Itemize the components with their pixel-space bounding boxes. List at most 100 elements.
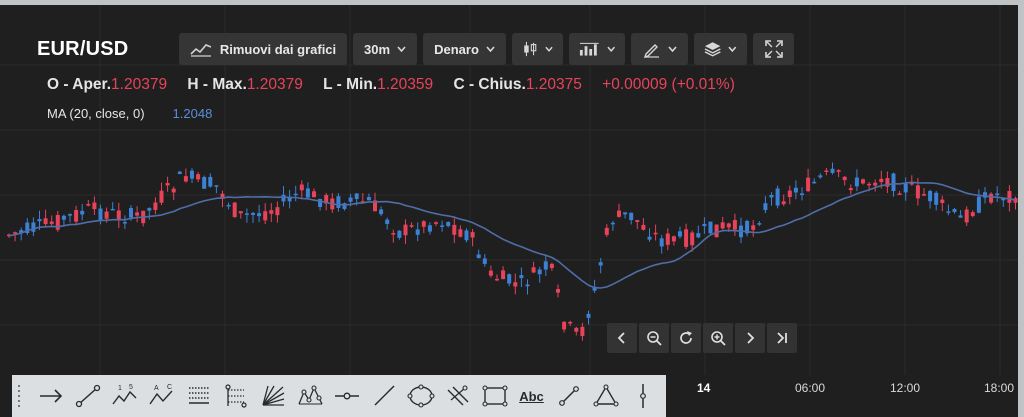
candle-body xyxy=(305,188,310,198)
svg-text:A: A xyxy=(154,385,159,392)
candle-body xyxy=(629,212,634,221)
horizontal-ray-tool[interactable] xyxy=(328,379,365,413)
indicators-dropdown[interactable] xyxy=(569,33,625,65)
candle-body xyxy=(861,179,865,184)
time-axis-label: 18:00 xyxy=(984,381,1015,395)
fib-fan-tool[interactable] xyxy=(254,379,291,413)
chart-toolbar: Rimuovi dai grafici 30m Denaro xyxy=(179,33,794,65)
fullscreen-button[interactable] xyxy=(753,33,794,65)
parallel-channel-tool[interactable] xyxy=(439,379,476,413)
zoom-in-icon xyxy=(711,331,726,346)
interval-dropdown[interactable]: 30m xyxy=(353,33,417,65)
candle-body xyxy=(775,188,780,206)
triangle-tool[interactable] xyxy=(587,379,624,413)
candle-body xyxy=(507,274,512,284)
candle-body xyxy=(519,275,524,279)
drawing-dropdown[interactable] xyxy=(631,33,688,65)
fib-retracement-tool[interactable] xyxy=(180,379,217,413)
chevron-down-icon xyxy=(397,46,406,52)
chart-area[interactable] xyxy=(0,5,1018,417)
close-label: C - Chius. xyxy=(453,76,526,93)
candle-body xyxy=(995,193,1000,196)
candle-body xyxy=(556,289,560,293)
layers-dropdown[interactable] xyxy=(694,33,747,65)
candle-body xyxy=(696,233,701,238)
candle-body xyxy=(647,236,652,240)
rectangle-tool[interactable] xyxy=(476,379,513,413)
candle-body xyxy=(202,177,207,189)
open-value: 1.20379 xyxy=(111,76,168,93)
line-segment-tool[interactable] xyxy=(550,379,587,413)
scroll-left-button[interactable] xyxy=(607,323,637,353)
zoom-out-button[interactable] xyxy=(639,323,669,353)
elliott-correction-tool[interactable]: AC xyxy=(143,379,180,413)
price-chart[interactable] xyxy=(0,5,1018,417)
ray-tool[interactable] xyxy=(365,379,402,413)
ellipse-icon xyxy=(406,384,435,408)
candle-body xyxy=(49,221,54,224)
candle-body xyxy=(415,229,420,235)
drag-handle-icon[interactable] xyxy=(18,383,24,409)
remove-from-charts-button[interactable]: Rimuovi dai grafici xyxy=(179,33,347,65)
candle-body xyxy=(214,185,219,187)
fib-extension-icon xyxy=(224,384,247,408)
candle-body xyxy=(464,230,469,241)
candle-body xyxy=(958,215,963,218)
fullscreen-icon xyxy=(764,40,783,58)
trend-line-tool[interactable] xyxy=(69,379,106,413)
candle-body xyxy=(903,183,908,193)
candle-body xyxy=(238,211,243,214)
parallel-channel-icon xyxy=(447,385,468,406)
candle-body xyxy=(940,199,945,204)
chart-type-dropdown[interactable] xyxy=(512,33,563,65)
candle-body xyxy=(690,232,695,246)
candle-body xyxy=(74,210,79,222)
text-tool-label: Abc xyxy=(519,388,544,404)
fib-extension-tool[interactable] xyxy=(217,379,254,413)
candle-body xyxy=(946,211,951,213)
ellipse-tool[interactable] xyxy=(402,379,439,413)
arrow-tool[interactable] xyxy=(32,379,69,413)
scroll-right-button[interactable] xyxy=(735,323,765,353)
candle-body xyxy=(336,196,341,208)
pattern-tool[interactable] xyxy=(291,379,328,413)
elliott-wave-icon: 15 xyxy=(111,384,136,405)
chevron-down-icon xyxy=(486,46,495,52)
candle-body xyxy=(147,208,152,211)
trend-line-icon xyxy=(75,384,100,408)
candle-body xyxy=(970,212,975,217)
candle-body xyxy=(757,223,762,225)
candle-body xyxy=(501,270,506,280)
ma-legend[interactable]: MA (20, close, 0) 1.2048 xyxy=(47,106,212,121)
candle-body xyxy=(635,220,640,222)
zoom-in-button[interactable] xyxy=(703,323,733,353)
text-tool[interactable]: Abc xyxy=(513,379,550,413)
reset-zoom-button[interactable] xyxy=(671,323,701,353)
chevron-down-icon xyxy=(667,46,677,52)
candle-body xyxy=(68,214,72,216)
candle-body xyxy=(702,223,707,227)
vertical-line-tool[interactable] xyxy=(624,379,661,413)
pencil-icon xyxy=(643,44,659,58)
candle-body xyxy=(842,176,847,181)
time-axis-label: 06:00 xyxy=(795,381,826,395)
candle-body xyxy=(397,230,402,238)
layers-icon xyxy=(704,42,721,57)
candle-body xyxy=(964,209,969,223)
candle-body xyxy=(818,175,823,178)
candle-body xyxy=(208,176,213,187)
candle-body xyxy=(80,210,85,215)
candle-body xyxy=(196,174,201,180)
candle-body xyxy=(458,229,463,237)
candle-body xyxy=(543,261,548,270)
candle-body xyxy=(623,212,628,215)
go-to-latest-button[interactable] xyxy=(767,323,797,353)
symbol-title: EUR/USD xyxy=(37,38,129,60)
candle-body xyxy=(299,184,304,191)
window-frame-right xyxy=(1018,0,1024,417)
elliott-impulse-tool[interactable]: 15 xyxy=(106,379,143,413)
candle-body xyxy=(110,208,115,211)
candle-body xyxy=(922,194,926,196)
chart-navigation xyxy=(607,323,797,353)
price-type-dropdown[interactable]: Denaro xyxy=(423,33,506,65)
